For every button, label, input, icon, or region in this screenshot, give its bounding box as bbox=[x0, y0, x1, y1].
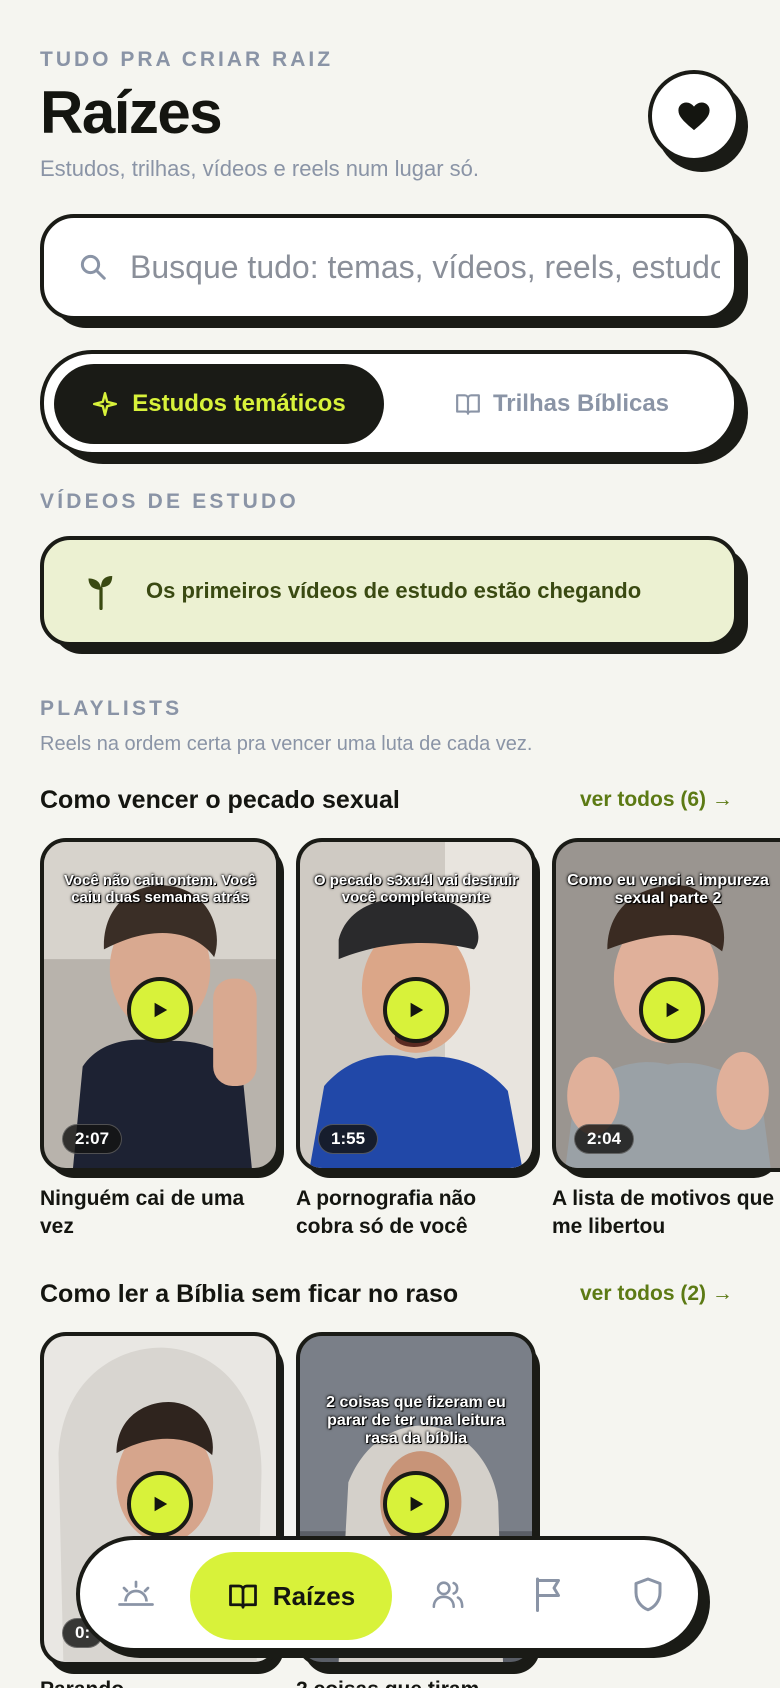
flag-icon bbox=[536, 1577, 560, 1612]
card-title[interactable]: Parando bbox=[40, 1676, 278, 1688]
search-input[interactable] bbox=[130, 248, 720, 286]
card-title-text: A lista de motivos que me libertou bbox=[552, 1187, 775, 1238]
card-title[interactable]: 2 coisas que tiram bbox=[296, 1676, 534, 1688]
sparkle-icon bbox=[93, 391, 118, 417]
section-label-playlists: PLAYLISTS bbox=[40, 697, 183, 720]
video-caption: Como eu venci a impureza sexual parte 2 bbox=[567, 872, 769, 907]
video-card[interactable]: O pecado s3xu4l vai destruir você comple… bbox=[296, 838, 536, 1172]
tab-estudos-tematicos[interactable]: Estudos temáticos bbox=[54, 364, 384, 444]
video-card[interactable]: Você não caiu ontem. Você caiu duas sema… bbox=[40, 838, 280, 1172]
favorites-button[interactable] bbox=[648, 70, 740, 162]
search-icon bbox=[80, 254, 106, 280]
section-label-videos: VÍDEOS DE ESTUDO bbox=[40, 490, 299, 513]
play-icon bbox=[666, 1002, 680, 1018]
duration-badge: 2:04 bbox=[574, 1124, 635, 1154]
play-button[interactable] bbox=[383, 1471, 449, 1537]
play-button[interactable] bbox=[383, 977, 449, 1043]
videos-coming-notice: Os primeiros vídeos de estudo estão cheg… bbox=[40, 536, 738, 646]
card-title[interactable]: Ninguém cai de uma vez bbox=[40, 1185, 278, 1241]
nav-item-protection[interactable] bbox=[616, 1556, 680, 1632]
nav-item-sunrise[interactable] bbox=[104, 1556, 168, 1632]
nav-item-community[interactable] bbox=[416, 1556, 480, 1632]
playlist-title: Como vencer o pecado sexual bbox=[40, 786, 400, 814]
play-icon bbox=[154, 1496, 168, 1512]
sunrise-icon bbox=[118, 1580, 154, 1606]
sprout-icon bbox=[88, 576, 113, 610]
users-icon bbox=[432, 1581, 464, 1609]
page-title: Raízes bbox=[40, 79, 223, 146]
video-caption: 2 coisas que fizeram eu parar de ter uma… bbox=[326, 1394, 506, 1447]
video-caption: O pecado s3xu4l vai destruir você comple… bbox=[313, 872, 519, 906]
eyebrow: TUDO PRA CRIAR RAIZ bbox=[40, 48, 334, 71]
play-icon bbox=[154, 1002, 168, 1018]
notice-text: Os primeiros vídeos de estudo estão cheg… bbox=[146, 578, 642, 603]
shield-icon bbox=[634, 1577, 662, 1612]
play-button[interactable] bbox=[127, 977, 193, 1043]
see-all-link[interactable]: ver todos (6) → bbox=[580, 788, 733, 812]
heart-icon bbox=[678, 102, 710, 131]
playlists-description: Reels na ordem certa pra vencer uma luta… bbox=[40, 733, 533, 755]
nav-item-goals[interactable] bbox=[516, 1556, 580, 1632]
page-subtitle: Estudos, trilhas, vídeos e reels num lug… bbox=[40, 156, 479, 181]
book-open-icon bbox=[228, 1584, 257, 1609]
card-title[interactable]: A lista de motivos que me libertou bbox=[552, 1185, 780, 1241]
play-icon bbox=[410, 1496, 424, 1512]
book-open-icon bbox=[456, 394, 480, 415]
playlist-title: Como ler a Bíblia sem ficar no raso bbox=[40, 1280, 459, 1308]
play-button[interactable] bbox=[639, 977, 705, 1043]
nav-active-label: Raízes bbox=[272, 1580, 356, 1611]
play-icon bbox=[410, 1002, 424, 1018]
tab-label: Estudos temáticos bbox=[132, 390, 346, 417]
play-button[interactable] bbox=[127, 1471, 193, 1537]
card-title[interactable]: A pornografia não cobra só de você bbox=[296, 1185, 534, 1241]
tab-label: Trilhas Bíblicas bbox=[492, 390, 670, 417]
video-card[interactable]: Como eu venci a impureza sexual parte 2 … bbox=[552, 838, 780, 1172]
duration-badge: 1:55 bbox=[318, 1124, 379, 1154]
video-caption: Você não caiu ontem. Você caiu duas sema… bbox=[64, 872, 256, 906]
tab-trilhas-biblicas[interactable]: Trilhas Bíblicas bbox=[400, 364, 724, 444]
nav-item-raizes[interactable]: Raízes bbox=[190, 1552, 392, 1640]
search-bar[interactable] bbox=[40, 214, 738, 320]
see-all-link[interactable]: ver todos (2) → bbox=[580, 1282, 733, 1306]
duration-badge: 2:07 bbox=[62, 1124, 123, 1154]
